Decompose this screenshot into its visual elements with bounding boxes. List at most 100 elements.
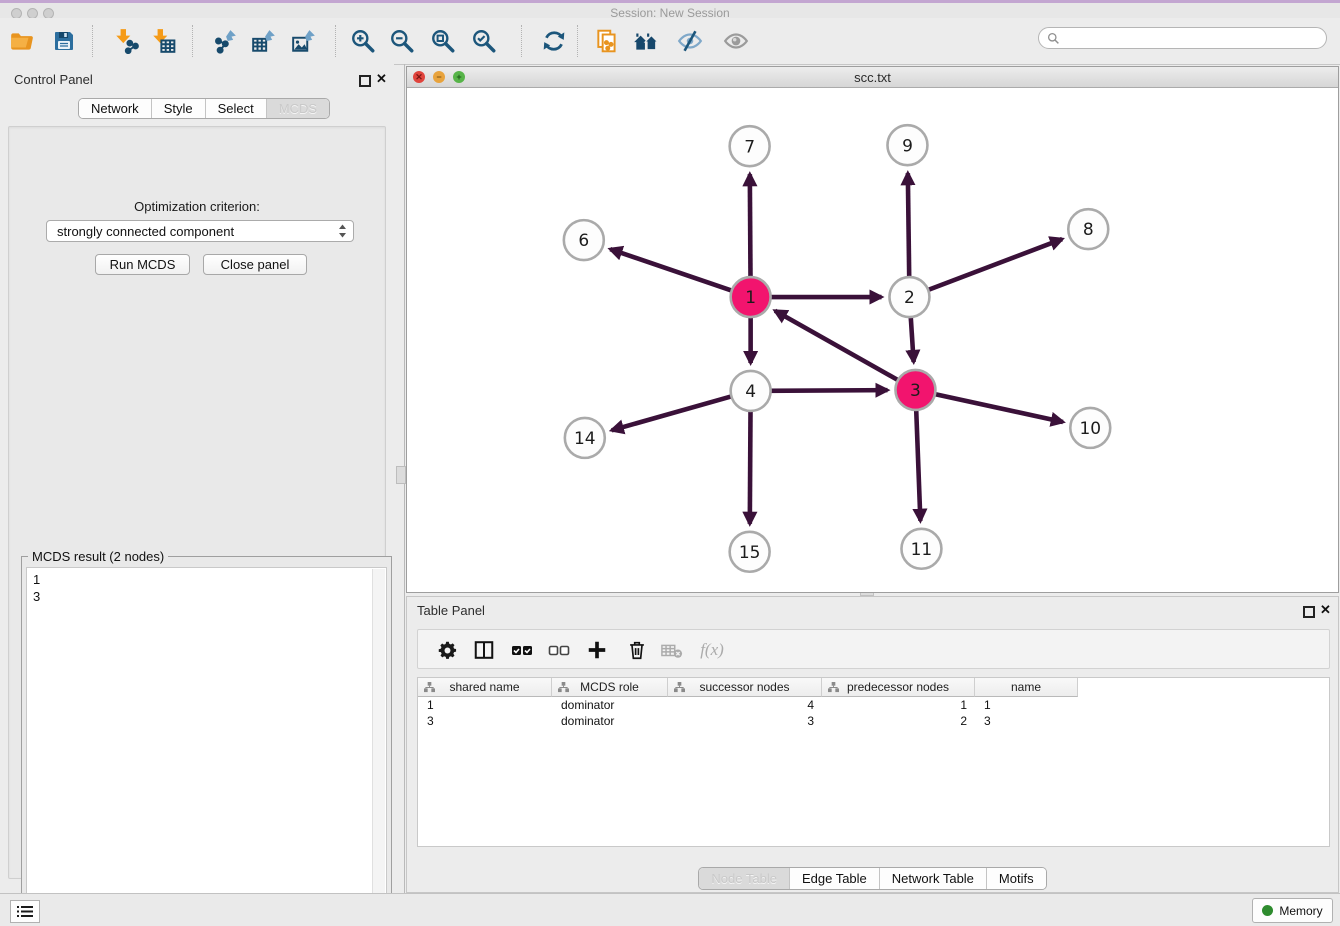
- cell-shared-name[interactable]: 3: [418, 713, 552, 729]
- cell-MCDS-role[interactable]: dominator: [552, 697, 668, 713]
- network-graph[interactable]: 1 2 3 4 6 7 8 9 10 11 14 15: [407, 88, 1338, 592]
- show-all-icon[interactable]: [719, 24, 753, 58]
- node-3[interactable]: 3: [895, 370, 935, 410]
- dropdown-stepper-icon: [338, 223, 347, 239]
- node-table[interactable]: shared nameMCDS rolesuccessor nodesprede…: [417, 677, 1330, 847]
- first-neighbors-icon[interactable]: [629, 24, 663, 58]
- clone-network-icon[interactable]: [590, 24, 624, 58]
- mcds-result-title: MCDS result (2 nodes): [28, 549, 168, 564]
- mcds-result-group: MCDS result (2 nodes) 1 3: [21, 556, 392, 926]
- import-table-icon[interactable]: [146, 24, 180, 58]
- control-panel-float-button[interactable]: [359, 75, 371, 87]
- cell-MCDS-role[interactable]: dominator: [552, 713, 668, 729]
- edge-3-1[interactable]: [775, 311, 901, 382]
- tab-network[interactable]: Network: [79, 99, 152, 118]
- zoom-selected-icon[interactable]: [467, 24, 501, 58]
- tab-select[interactable]: Select: [206, 99, 267, 118]
- add-column-icon[interactable]: [580, 633, 614, 667]
- cell-predecessor-nodes[interactable]: 2: [822, 713, 975, 729]
- split-table-view-icon[interactable]: [467, 633, 501, 667]
- apply-layout-icon[interactable]: [537, 24, 571, 58]
- table-panel-close-button[interactable]: ✕: [1320, 604, 1331, 616]
- column-header-predecessor-nodes[interactable]: predecessor nodes: [822, 678, 975, 697]
- mcds-result-text: 1 3: [27, 568, 386, 608]
- cell-name[interactable]: 1: [975, 697, 1078, 713]
- edge-4-14[interactable]: [612, 396, 735, 431]
- column-header-name[interactable]: name: [975, 678, 1078, 697]
- select-all-columns-icon[interactable]: [505, 633, 539, 667]
- vertical-splitter-handle[interactable]: [396, 466, 406, 484]
- node-11[interactable]: 11: [901, 529, 941, 569]
- edge-1-7[interactable]: [750, 174, 751, 280]
- export-network-icon[interactable]: [208, 24, 242, 58]
- zoom-in-icon[interactable]: [346, 24, 380, 58]
- node-9[interactable]: 9: [887, 125, 927, 165]
- node-14[interactable]: 14: [565, 418, 605, 458]
- node-8[interactable]: 8: [1068, 209, 1108, 249]
- column-header-shared-name[interactable]: shared name: [418, 678, 552, 697]
- memory-status-dot: [1262, 905, 1273, 916]
- result-scrollbar[interactable]: [372, 569, 385, 926]
- export-table-icon[interactable]: [247, 24, 281, 58]
- node-6[interactable]: 6: [564, 220, 604, 260]
- node-10[interactable]: 10: [1070, 408, 1110, 448]
- memory-button[interactable]: Memory: [1252, 898, 1333, 923]
- tab-network-table[interactable]: Network Table: [880, 868, 987, 889]
- zoom-fit-icon[interactable]: [426, 24, 460, 58]
- control-panel-close-button[interactable]: ✕: [376, 73, 387, 85]
- tab-mcds[interactable]: MCDS: [267, 99, 329, 118]
- table-row[interactable]: 1dominator411: [418, 697, 1329, 713]
- close-panel-button[interactable]: Close panel: [203, 254, 307, 275]
- search-field[interactable]: [1038, 27, 1327, 49]
- run-mcds-button[interactable]: Run MCDS: [95, 254, 190, 275]
- column-header-successor-nodes[interactable]: successor nodes: [668, 678, 822, 697]
- open-file-icon[interactable]: [5, 24, 39, 58]
- edge-2-3[interactable]: [911, 314, 914, 362]
- edge-4-15[interactable]: [750, 408, 751, 524]
- search-input[interactable]: [1064, 30, 1326, 46]
- delete-column-icon[interactable]: [620, 633, 654, 667]
- status-bar: Memory: [0, 893, 1340, 926]
- cell-name[interactable]: 3: [975, 713, 1078, 729]
- column-header-MCDS-role[interactable]: MCDS role: [552, 678, 668, 697]
- toolbar-separator: [192, 25, 193, 57]
- node-1[interactable]: 1: [731, 277, 771, 317]
- edge-2-9[interactable]: [908, 173, 909, 280]
- edge-1-6[interactable]: [610, 249, 734, 291]
- tab-edge-table[interactable]: Edge Table: [790, 868, 880, 889]
- export-image-icon[interactable]: [287, 24, 321, 58]
- node-15[interactable]: 15: [730, 532, 770, 572]
- table-panel-float-button[interactable]: [1303, 606, 1315, 618]
- edge-2-8[interactable]: [925, 239, 1062, 291]
- toolbar-separator: [335, 25, 336, 57]
- edge-3-10[interactable]: [932, 394, 1063, 422]
- tab-node-table[interactable]: Node Table: [699, 868, 790, 889]
- save-session-icon[interactable]: [47, 24, 81, 58]
- cell-successor-nodes[interactable]: 4: [668, 697, 822, 713]
- zoom-out-icon[interactable]: [385, 24, 419, 58]
- import-network-icon[interactable]: [109, 24, 143, 58]
- table-body: 1dominator4113dominator323: [418, 697, 1329, 729]
- cell-predecessor-nodes[interactable]: 1: [822, 697, 975, 713]
- node-7[interactable]: 7: [730, 126, 770, 166]
- mcds-result-textarea[interactable]: 1 3: [26, 567, 387, 926]
- network-window-titlebar[interactable]: ✕ − + scc.txt: [407, 67, 1338, 88]
- optimization-criterion-value: strongly connected component: [57, 224, 338, 239]
- unselect-all-columns-icon[interactable]: [542, 633, 576, 667]
- task-history-button[interactable]: [10, 900, 40, 923]
- tab-motifs[interactable]: Motifs: [987, 868, 1046, 889]
- cell-shared-name[interactable]: 1: [418, 697, 552, 713]
- tab-style[interactable]: Style: [152, 99, 206, 118]
- optimization-criterion-select[interactable]: strongly connected component: [46, 220, 354, 242]
- cell-successor-nodes[interactable]: 3: [668, 713, 822, 729]
- control-panel-title: Control Panel: [14, 72, 93, 87]
- edge-3-11[interactable]: [916, 407, 920, 521]
- node-4[interactable]: 4: [731, 371, 771, 411]
- table-row[interactable]: 3dominator323: [418, 713, 1329, 729]
- table-header-row: shared nameMCDS rolesuccessor nodesprede…: [418, 678, 1329, 697]
- column-settings-icon[interactable]: [430, 633, 464, 667]
- hide-selected-icon[interactable]: [673, 24, 707, 58]
- edge-4-3[interactable]: [768, 390, 888, 391]
- network-canvas[interactable]: 1 2 3 4 6 7 8 9 10 11 14 15: [407, 88, 1338, 592]
- node-2[interactable]: 2: [889, 277, 929, 317]
